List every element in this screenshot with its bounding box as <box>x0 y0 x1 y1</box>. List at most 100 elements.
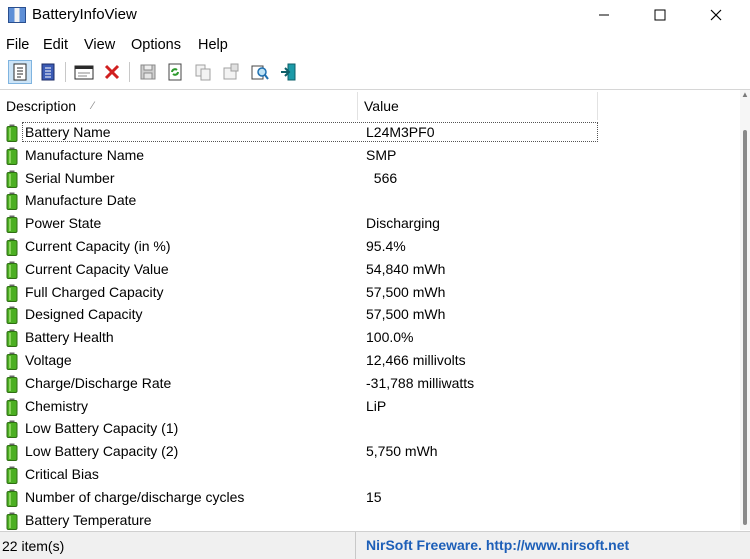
battery-icon <box>6 147 18 165</box>
options-button[interactable] <box>219 60 243 84</box>
battery-icon <box>6 261 18 279</box>
row-description: Voltage <box>25 351 72 368</box>
row-description: Chemistry <box>25 397 89 414</box>
row-description: Full Charged Capacity <box>25 283 164 300</box>
battery-icon <box>6 466 18 484</box>
column-header-description-label: Description <box>6 98 77 114</box>
menu-file[interactable]: File <box>6 37 29 53</box>
list-row[interactable]: Current Capacity Value 54,840 mWh <box>0 258 740 281</box>
row-description: Battery Health <box>25 329 114 346</box>
options-icon <box>223 63 239 80</box>
row-description: Designed Capacity <box>25 306 143 323</box>
list-rows: Battery Name L24M3PF0 Manufacture Name SMP S… <box>0 121 740 530</box>
row-value: Discharging <box>366 215 440 232</box>
close-icon <box>710 9 722 21</box>
scroll-up-arrow-icon[interactable]: ▲ <box>740 90 750 104</box>
row-value: 100.0% <box>366 329 414 346</box>
battery-icon <box>6 284 18 302</box>
battery-info-list[interactable]: Description ⁄ Value Battery Name L24M3PF0… <box>0 90 740 530</box>
list-row[interactable]: Battery Name L24M3PF0 <box>0 121 740 144</box>
find-button[interactable] <box>248 60 272 84</box>
menu-help[interactable]: Help <box>198 37 228 53</box>
menu-edit[interactable]: Edit <box>43 37 68 53</box>
row-description: Power State <box>25 215 102 232</box>
app-icon <box>8 7 26 23</box>
battery-icon <box>6 329 18 348</box>
exit-button[interactable] <box>276 60 300 84</box>
delete-icon <box>104 64 120 80</box>
toolbar-separator <box>65 62 66 82</box>
html-report-selected-button[interactable] <box>36 60 60 84</box>
battery-icon <box>6 375 18 393</box>
copy-button[interactable] <box>191 60 215 84</box>
menu-options[interactable]: Options <box>131 37 181 53</box>
refresh-icon <box>168 63 182 81</box>
list-row[interactable]: Number of charge/discharge cycles 15 <box>0 486 740 509</box>
list-row[interactable]: Charge/Discharge Rate -31,788 milliwatts <box>0 372 740 395</box>
row-description: Current Capacity (in %) <box>25 237 171 254</box>
list-row[interactable]: Designed Capacity 57,500 mWh <box>0 303 740 326</box>
list-row[interactable]: Battery Health 100.0% <box>0 326 740 349</box>
column-header-value[interactable]: Value <box>358 92 598 120</box>
maximize-icon <box>654 9 666 21</box>
list-row[interactable]: Full Charged Capacity 57,500 mWh <box>0 281 740 304</box>
save-button[interactable] <box>136 60 160 84</box>
list-row[interactable]: Low Battery Capacity (1) <box>0 417 740 440</box>
list-row[interactable]: Voltage 12,466 millivolts <box>0 349 740 372</box>
battery-icon <box>6 443 18 462</box>
battery-icon <box>6 352 18 370</box>
row-description: Serial Number <box>25 169 115 186</box>
battery-icon <box>6 489 18 507</box>
list-header: Description ⁄ Value <box>0 92 740 120</box>
maximize-button[interactable] <box>632 0 688 30</box>
status-left-pane: 22 item(s) <box>0 532 356 559</box>
row-description: Low Battery Capacity (1) <box>25 420 179 437</box>
battery-icon <box>6 170 18 188</box>
delete-button[interactable] <box>100 60 124 84</box>
sort-indicator-icon: ⁄ <box>92 100 94 112</box>
properties-button[interactable] <box>72 60 96 84</box>
list-row[interactable]: Battery Temperature <box>0 509 740 530</box>
row-description: Battery Name <box>25 124 111 140</box>
row-description: Manufacture Date <box>25 192 137 209</box>
row-value: LiP <box>366 397 387 414</box>
html-report-selected-icon <box>41 63 55 81</box>
list-row[interactable]: Manufacture Date <box>0 189 740 212</box>
battery-icon <box>6 215 18 234</box>
list-row[interactable]: Serial Number 566 <box>0 167 740 190</box>
row-description: Charge/Discharge Rate <box>25 374 172 391</box>
list-row[interactable]: Low Battery Capacity (2) 5,750 mWh <box>0 440 740 463</box>
list-row[interactable]: Chemistry LiP <box>0 395 740 418</box>
find-icon <box>251 65 269 80</box>
save-icon <box>140 64 156 80</box>
row-value: 57,500 mWh <box>366 306 446 323</box>
row-value: L24M3PF0 <box>366 124 435 140</box>
battery-icon <box>6 124 18 142</box>
close-button[interactable] <box>688 0 744 30</box>
minimize-button[interactable] <box>576 0 632 30</box>
menu-view[interactable]: View <box>84 37 115 53</box>
battery-icon <box>6 398 18 416</box>
list-row[interactable]: Manufacture Name SMP <box>0 144 740 167</box>
row-value: -31,788 milliwatts <box>366 374 475 391</box>
refresh-button[interactable] <box>163 60 187 84</box>
column-header-description[interactable]: Description ⁄ <box>0 92 358 120</box>
row-description: Critical Bias <box>25 465 99 482</box>
list-row[interactable]: Current Capacity (in %) 95.4% <box>0 235 740 258</box>
row-value: SMP <box>366 146 397 163</box>
properties-icon <box>74 65 94 80</box>
list-row[interactable]: Critical Bias <box>0 463 740 486</box>
battery-icon <box>6 238 18 256</box>
battery-icon <box>6 512 18 530</box>
row-description: Current Capacity Value <box>25 260 169 277</box>
row-description: Low Battery Capacity (2) <box>25 443 179 460</box>
row-value: 57,500 mWh <box>366 283 446 300</box>
vertical-scrollbar[interactable]: ▲ <box>740 90 750 530</box>
html-report-icon <box>13 63 27 81</box>
scrollbar-thumb[interactable] <box>743 130 747 525</box>
row-value: 54,840 mWh <box>366 260 446 277</box>
battery-icon <box>6 420 18 439</box>
list-row[interactable]: Power State Discharging <box>0 212 740 235</box>
nirsoft-link[interactable]: NirSoft Freeware. http://www.nirsoft.net <box>366 537 629 553</box>
html-report-button[interactable] <box>8 60 32 84</box>
